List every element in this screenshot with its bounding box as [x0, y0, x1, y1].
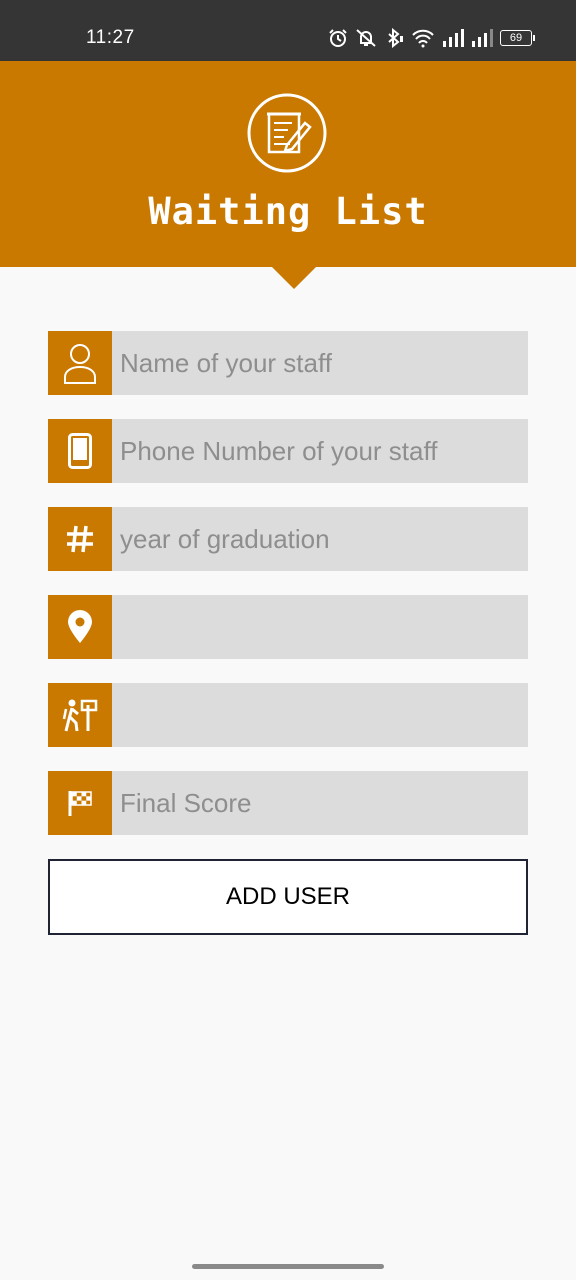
checkered-flag-icon	[48, 771, 112, 835]
status-icons: 69	[328, 25, 535, 51]
home-indicator[interactable]	[192, 1264, 384, 1269]
page-title: Waiting List	[148, 190, 428, 233]
signal-icon-2	[471, 29, 493, 47]
hiker-input[interactable]	[112, 683, 528, 747]
location-field	[48, 595, 528, 659]
status-time: 11:27	[86, 27, 135, 48]
battery-icon: 69	[500, 30, 535, 46]
staff-name-field	[48, 331, 528, 395]
add-user-button[interactable]: ADD USER	[48, 859, 528, 935]
phone-icon	[48, 419, 112, 483]
location-input[interactable]	[112, 595, 528, 659]
hiker-field	[48, 683, 528, 747]
status-bar: 11:27 69	[0, 0, 576, 61]
graduation-year-field	[48, 507, 528, 571]
hash-icon	[48, 507, 112, 571]
final-score-input[interactable]	[112, 771, 528, 835]
mute-icon	[355, 28, 377, 48]
person-icon	[48, 331, 112, 395]
hiker-signpost-icon	[48, 683, 112, 747]
signal-icon	[442, 29, 464, 47]
staff-phone-field	[48, 419, 528, 483]
graduation-year-input[interactable]	[112, 507, 528, 571]
header-pointer	[272, 267, 316, 289]
staff-phone-input[interactable]	[112, 419, 528, 483]
notepad-pencil-icon	[247, 93, 327, 173]
staff-name-input[interactable]	[112, 331, 528, 395]
bluetooth-icon	[384, 28, 404, 48]
alarm-icon	[328, 28, 348, 48]
location-pin-icon	[48, 595, 112, 659]
final-score-field	[48, 771, 528, 835]
wifi-icon	[411, 28, 435, 48]
